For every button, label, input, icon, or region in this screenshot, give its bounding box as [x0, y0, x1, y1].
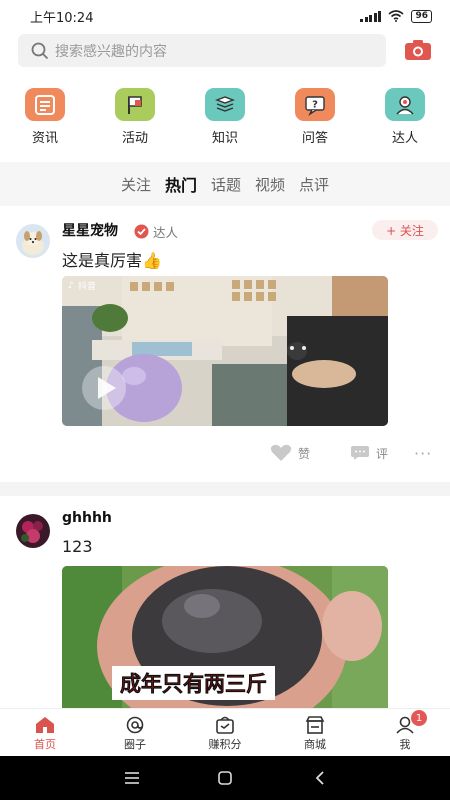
tab-video[interactable]: 视频: [255, 174, 285, 195]
circle-icon: [126, 716, 144, 734]
feed-tabs: 关注 热门 话题 视频 点评: [0, 162, 450, 206]
notification-badge: 1: [411, 710, 427, 726]
more-options-icon[interactable]: ···: [414, 444, 432, 463]
nav-points-label: 赚积分: [208, 738, 242, 751]
post-actions: 赞 评: [270, 444, 388, 462]
tab-topic[interactable]: 话题: [211, 174, 241, 195]
flag-icon: [115, 88, 155, 121]
system-nav-bar: [0, 756, 450, 800]
category-news-label: 资讯: [31, 131, 58, 146]
comment-icon[interactable]: [350, 445, 370, 461]
back-icon[interactable]: [313, 770, 327, 786]
category-news[interactable]: 资讯: [10, 88, 80, 146]
category-expert[interactable]: 达人: [370, 88, 440, 146]
avatar[interactable]: [16, 224, 50, 258]
category-activity-label: 活动: [121, 131, 148, 146]
nav-circle[interactable]: 圈子: [105, 716, 165, 752]
tab-follow[interactable]: 关注: [121, 174, 151, 195]
home-button-icon[interactable]: [217, 770, 233, 786]
video-watermark: 抖音: [78, 282, 97, 292]
post-video[interactable]: ♪ 抖音: [62, 276, 388, 426]
category-knowledge[interactable]: 知识: [190, 88, 260, 146]
search-icon: [31, 42, 49, 59]
question-icon: ?: [295, 88, 335, 121]
book-icon: [205, 88, 245, 121]
expert-icon: [385, 88, 425, 121]
heart-icon[interactable]: [270, 444, 292, 462]
post-username[interactable]: 星星宠物: [62, 220, 118, 240]
search-placeholder: 搜索感兴趣的内容: [55, 43, 167, 60]
status-bar: 上午10:24 96: [0, 0, 450, 32]
search-input[interactable]: 搜索感兴趣的内容: [18, 34, 386, 67]
nav-home-label: 首页: [34, 738, 56, 751]
menu-icon[interactable]: [124, 771, 140, 785]
battery-indicator: 96: [411, 9, 432, 23]
nav-profile-label: 我: [399, 738, 411, 751]
shop-icon: [305, 716, 325, 734]
status-time: 上午10:24: [30, 10, 94, 26]
like-label[interactable]: 赞: [298, 445, 310, 462]
feed-post[interactable]: 星星宠物 达人 + 关注 这是真厉害👍 ♪ 抖音 赞 评 ···: [0, 206, 450, 482]
nav-shop-label: 商城: [304, 738, 326, 751]
search-row: 搜索感兴趣的内容: [0, 32, 450, 74]
nav-points[interactable]: 赚积分: [195, 716, 255, 752]
post-username[interactable]: ghhhh: [62, 510, 112, 526]
nav-profile[interactable]: 我 1: [375, 710, 435, 752]
category-qa[interactable]: ? 问答: [280, 88, 350, 146]
follow-button[interactable]: + 关注: [372, 220, 438, 240]
tab-hot[interactable]: 热门: [165, 172, 197, 196]
category-bar: 资讯 活动 知识 ? 问答 达人: [0, 74, 450, 162]
points-bag-icon: [216, 716, 234, 734]
category-expert-label: 达人: [391, 131, 418, 146]
category-qa-label: 问答: [301, 131, 328, 146]
svg-text:?: ?: [312, 99, 318, 110]
expert-badge-label: 达人: [153, 225, 179, 240]
category-activity[interactable]: 活动: [100, 88, 170, 146]
svg-text:♪: ♪: [68, 281, 74, 291]
nav-shop[interactable]: 商城: [285, 716, 345, 752]
feed-post[interactable]: ghhhh 123 成年只有两三斤: [0, 496, 450, 708]
comment-label[interactable]: 评: [376, 445, 388, 462]
verified-icon: [134, 224, 149, 239]
post-text: 这是真厉害👍: [62, 251, 162, 270]
nav-circle-label: 圈子: [124, 738, 146, 751]
tab-review[interactable]: 点评: [299, 174, 329, 195]
post-text: 123: [62, 537, 93, 556]
camera-icon[interactable]: [404, 39, 432, 61]
home-icon: [36, 717, 54, 733]
post-image[interactable]: 成年只有两三斤: [62, 566, 388, 708]
avatar[interactable]: [16, 514, 50, 548]
signal-icon: [360, 10, 382, 22]
nav-home[interactable]: 首页: [15, 716, 75, 752]
wifi-icon: [388, 10, 404, 22]
news-icon: [25, 88, 65, 121]
image-caption: 成年只有两三斤: [112, 666, 275, 700]
expert-badge: 达人: [134, 222, 178, 241]
category-knowledge-label: 知识: [211, 131, 238, 146]
bottom-nav: 首页 圈子 赚积分 商城 我 1: [0, 708, 450, 756]
status-icons: 96: [360, 9, 432, 23]
